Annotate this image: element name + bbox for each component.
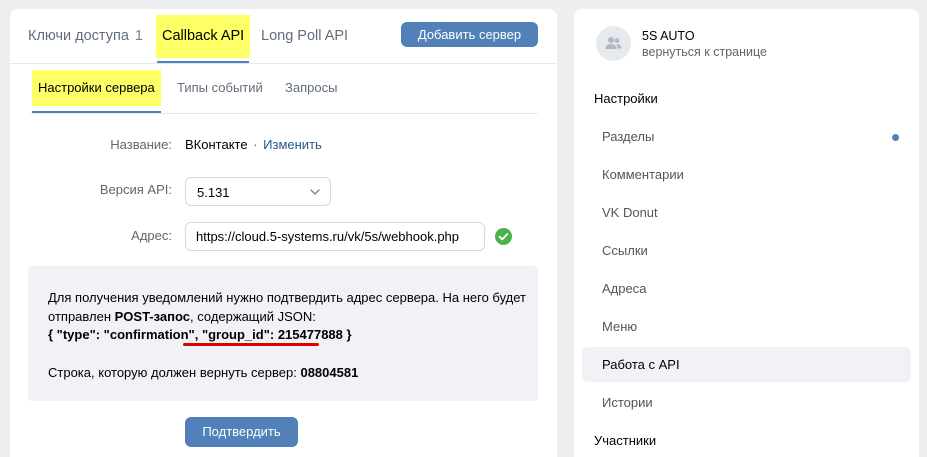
instructions-text-end: , содержащий JSON: [190, 308, 316, 324]
add-server-button[interactable]: Добавить сервер [401, 22, 538, 47]
edit-name-link[interactable]: Изменить [263, 137, 322, 152]
menu-item-links[interactable]: Ссылки [582, 233, 911, 268]
community-name: 5S AUTO [642, 29, 695, 43]
chevron-down-icon [310, 189, 320, 195]
json-payload: { "type": "confirmation", "group_id": 21… [48, 327, 352, 342]
confirmation-instructions: Для получения уведомлений нужно подтверд… [48, 289, 528, 345]
group-id-annotation-underline [183, 343, 319, 346]
return-string-label: Строка, которую должен вернуть сервер: [48, 365, 301, 380]
confirm-button[interactable]: Подтвердить [185, 417, 298, 447]
tab-callback-api[interactable]: Callback API [156, 15, 251, 58]
menu-item-comments[interactable]: Комментарии [582, 157, 911, 192]
avatar [596, 26, 631, 61]
subtab-event-types[interactable]: Типы событий [171, 70, 269, 106]
return-string-row: Строка, которую должен вернуть сервер: 0… [48, 365, 358, 380]
menu-item-stories[interactable]: Истории [582, 385, 911, 420]
server-address-input[interactable] [185, 222, 485, 251]
menu-item-api[interactable]: Работа с API [582, 347, 911, 382]
subtab-server-settings[interactable]: Настройки сервера [32, 70, 161, 106]
api-version-value: 5.131 [197, 185, 230, 200]
confirmation-code: 08804581 [300, 365, 359, 380]
tab-label: Long Poll API [261, 28, 349, 44]
unread-indicator-dot [892, 134, 899, 141]
name-label: Название: [110, 137, 172, 152]
settings-sidebar: 5S AUTO вернуться к странице Настройки Р… [574, 9, 919, 457]
back-to-page-link[interactable]: вернуться к странице [642, 45, 767, 59]
menu-section-participants[interactable]: Участники [594, 433, 656, 448]
menu-item-addresses[interactable]: Адреса [582, 271, 911, 306]
subtab-label: Запросы [285, 80, 338, 95]
tab-long-poll-api[interactable]: Long Poll API [255, 15, 354, 58]
name-value-row: ВКонтакте · Изменить [185, 137, 322, 152]
subtab-label: Настройки сервера [38, 80, 155, 95]
separator: · [253, 137, 258, 152]
menu-item-vk-donut[interactable]: VK Donut [582, 195, 911, 230]
menu-item-sections[interactable]: Разделы [582, 119, 911, 154]
tab-count-badge: 1 [134, 28, 143, 44]
subtab-label: Типы событий [177, 80, 263, 95]
active-tab-indicator [157, 61, 249, 63]
menu-item-menu[interactable]: Меню [582, 309, 911, 344]
sub-tabs: Настройки сервера Типы событий Запросы [30, 70, 538, 114]
tab-access-keys[interactable]: Ключи доступа 1 [22, 15, 149, 58]
community-header[interactable]: 5S AUTO вернуться к странице [596, 26, 896, 62]
main-tabs: Ключи доступа 1 Callback API Long Poll AP… [10, 9, 557, 64]
menu-section-settings[interactable]: Настройки [594, 91, 658, 106]
api-version-label: Версия API: [99, 182, 172, 197]
api-settings-panel: Ключи доступа 1 Callback API Long Poll AP… [10, 9, 557, 457]
server-name: ВКонтакте [185, 137, 248, 152]
api-version-select[interactable]: 5.131 [185, 177, 331, 206]
active-subtab-indicator [32, 111, 161, 113]
confirmation-info-box: Для получения уведомлений нужно подтверд… [28, 266, 538, 401]
tab-label: Callback API [162, 28, 245, 44]
post-request-label: POST-запос [114, 308, 191, 324]
check-circle-icon [495, 228, 512, 245]
subtab-requests[interactable]: Запросы [279, 70, 343, 106]
address-label: Адрес: [131, 228, 172, 243]
users-icon [605, 37, 622, 49]
tab-label: Ключи доступа [28, 28, 129, 44]
